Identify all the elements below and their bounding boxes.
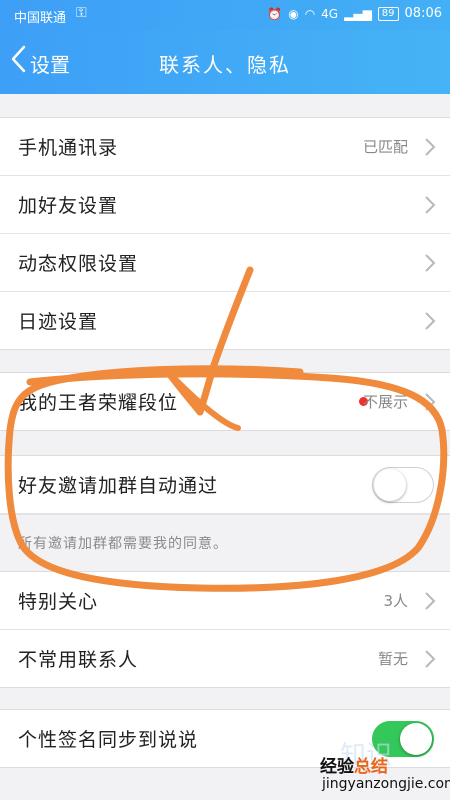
chevron-right-icon <box>425 649 436 668</box>
chevron-right-icon <box>425 591 436 610</box>
watermark-url: jingyanzongjie.com <box>322 776 450 792</box>
chevron-right-icon <box>425 253 436 272</box>
row-label: 好友邀请加群自动通过 <box>18 475 219 497</box>
care-group: 特别关心 3人 不常用联系人 暂无 <box>0 571 450 688</box>
chevron-right-icon <box>425 137 436 156</box>
row-value: 已匹配 <box>362 138 408 156</box>
row-label: 我的王者荣耀段位 <box>18 392 179 414</box>
privacy-group: 我的王者荣耀段位 不展示 <box>0 372 450 431</box>
row-value: 3人 <box>383 592 408 610</box>
row-value: 暂无 <box>377 650 408 668</box>
auto-accept-toggle[interactable] <box>372 466 434 503</box>
hint-text: 所有邀请加群都需要我的同意。 <box>18 536 228 552</box>
row-label: 动态权限设置 <box>18 253 139 275</box>
row-label: 手机通讯录 <box>18 137 119 159</box>
chevron-right-icon <box>425 195 436 214</box>
row-label: 加好友设置 <box>18 195 119 217</box>
row-label: 特别关心 <box>18 591 99 613</box>
status-bar: 中国联通 ⚿ ⏰ ◉ ◠ 4G ▂▄▆ 89 08:06 <box>0 0 450 30</box>
key-icon: ⚿ <box>76 5 87 21</box>
wifi-icon: ◠ <box>304 6 316 21</box>
toggle-knob <box>374 468 406 501</box>
watermark-main: 经验 <box>320 757 354 777</box>
nav-bar: 设置 联系人、隐私 <box>0 30 450 94</box>
row-value: 不展示 <box>362 393 408 411</box>
alarm-icon: ⏰ <box>267 6 283 21</box>
invite-hint: 所有邀请加群都需要我的同意。 <box>0 514 450 571</box>
list-item-feed-permissions[interactable]: 动态权限设置 <box>0 234 450 292</box>
page-title: 联系人、隐私 <box>159 53 291 77</box>
group-invite-group: 好友邀请加群自动通过 所有邀请加群都需要我的同意。 <box>0 455 450 572</box>
list-item-infrequent-contacts[interactable]: 不常用联系人 暂无 <box>0 630 450 687</box>
row-label: 不常用联系人 <box>18 649 139 671</box>
eye-icon: ◉ <box>288 6 299 21</box>
network-type: 4G <box>321 6 339 21</box>
watermark-highlight: 总结 <box>354 757 388 777</box>
row-label: 个性签名同步到说说 <box>18 729 199 751</box>
chevron-right-icon <box>425 311 436 330</box>
watermark-text: 经验总结 <box>320 752 388 777</box>
chevron-right-icon <box>425 392 436 411</box>
clock: 08:06 <box>404 6 442 21</box>
list-item-honor-rank[interactable]: 我的王者荣耀段位 不展示 <box>0 373 450 430</box>
battery-indicator: 89 <box>377 6 399 21</box>
signal-icon: ▂▄▆ <box>344 6 372 21</box>
toggle-knob <box>400 722 432 755</box>
list-item-daily-trace-settings[interactable]: 日迹设置 <box>0 292 450 349</box>
row-label: 日迹设置 <box>18 311 99 333</box>
list-item-auto-accept-group-invite: 好友邀请加群自动通过 <box>0 456 450 514</box>
contacts-settings-group: 手机通讯录 已匹配 加好友设置 动态权限设置 日迹设置 <box>0 117 450 350</box>
list-item-special-care[interactable]: 特别关心 3人 <box>0 572 450 630</box>
carrier-name: 中国联通 <box>14 11 67 26</box>
list-item-phone-contacts[interactable]: 手机通讯录 已匹配 <box>0 118 450 176</box>
status-icons: ⏰ ◉ ◠ 4G ▂▄▆ 89 08:06 <box>267 6 442 21</box>
list-item-add-friend-settings[interactable]: 加好友设置 <box>0 176 450 234</box>
